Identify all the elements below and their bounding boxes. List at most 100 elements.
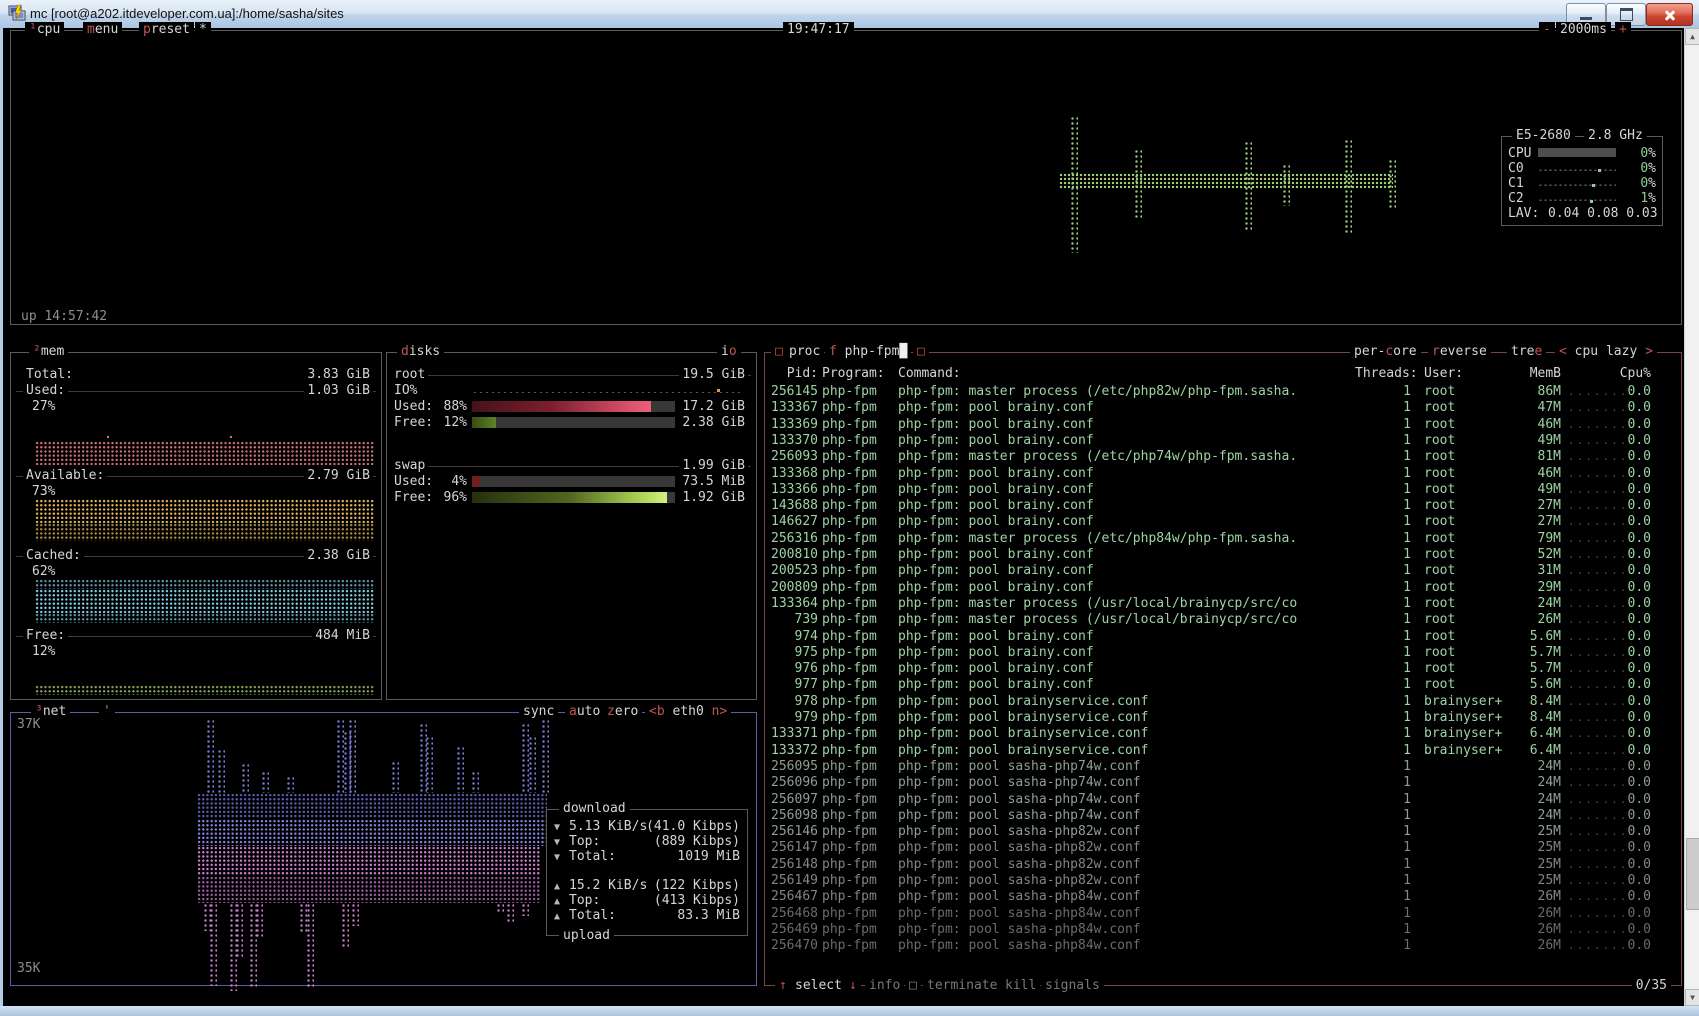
- process-row[interactable]: 200810php-fpmphp-fpm: pool brainy.conf1r…: [765, 547, 1681, 563]
- cell-cmd: php-fpm: pool brainy.conf: [898, 645, 1094, 661]
- scrollbar[interactable]: ▲ ▼: [1684, 28, 1699, 1006]
- process-row[interactable]: 976php-fpmphp-fpm: pool brainy.conf1root…: [765, 661, 1681, 677]
- process-row[interactable]: 975php-fpmphp-fpm: pool brainy.conf1root…: [765, 645, 1681, 661]
- process-row[interactable]: 256093php-fpmphp-fpm: master process (/e…: [765, 449, 1681, 465]
- cell-cmd: php-fpm: pool brainyservice.conf: [898, 743, 1148, 759]
- scrollbar-thumb[interactable]: [1686, 838, 1699, 910]
- cell-prog: php-fpm: [822, 840, 877, 856]
- tree-toggle[interactable]: tree: [1507, 344, 1546, 360]
- select-action[interactable]: select: [791, 978, 846, 994]
- mem-available-pct: 73%: [32, 484, 55, 500]
- cell-prog: php-fpm: [822, 873, 877, 889]
- preset-button[interactable]: preset: [139, 22, 194, 38]
- cell-pid: 977: [770, 677, 818, 693]
- per-core-toggle[interactable]: per-core: [1350, 344, 1421, 360]
- process-row[interactable]: 256149php-fpmphp-fpm: pool sasha-php82w.…: [765, 873, 1681, 889]
- process-row[interactable]: 133368php-fpmphp-fpm: pool brainy.conf1r…: [765, 466, 1681, 482]
- process-row[interactable]: 979php-fpmphp-fpm: pool brainyservice.co…: [765, 710, 1681, 726]
- process-row[interactable]: 133367php-fpmphp-fpm: pool brainy.conf1r…: [765, 400, 1681, 416]
- interval-increase-button[interactable]: +: [1615, 22, 1631, 38]
- graph-dots: [1134, 149, 1142, 218]
- disk-root-free-row: Free: 12% 2.38 GiB: [387, 415, 756, 431]
- interval-value: 2000ms: [1556, 22, 1611, 38]
- cell-user: root: [1424, 677, 1455, 693]
- col-mem[interactable]: MemB: [1501, 366, 1561, 382]
- graph-dots: [506, 903, 514, 923]
- window-title: mc [root@a202.itdeveloper.com.ua]:/home/…: [30, 6, 344, 22]
- graph-dots: [197, 876, 541, 903]
- cell-cpu: 0.0: [1607, 906, 1651, 922]
- mem-used-row: Used: 1.03 GiB: [11, 383, 381, 399]
- process-row[interactable]: 200809php-fpmphp-fpm: pool brainy.conf1r…: [765, 580, 1681, 596]
- col-cpu[interactable]: Cpu%: [1607, 366, 1651, 382]
- info-action[interactable]: info: [865, 978, 904, 994]
- process-row[interactable]: 256098php-fpmphp-fpm: pool sasha-php74w.…: [765, 808, 1681, 824]
- process-row[interactable]: 256467php-fpmphp-fpm: pool sasha-php84w.…: [765, 889, 1681, 905]
- cell-prog: php-fpm: [822, 661, 877, 677]
- interval-decrease-button[interactable]: -: [1539, 22, 1555, 38]
- process-row[interactable]: 256468php-fpmphp-fpm: pool sasha-php84w.…: [765, 906, 1681, 922]
- close-button[interactable]: [1646, 3, 1693, 26]
- process-row[interactable]: 133371php-fpmphp-fpm: pool brainyservice…: [765, 726, 1681, 742]
- select-down-arrow[interactable]: ↓: [845, 978, 861, 994]
- cell-thr: 1: [1355, 938, 1411, 954]
- process-row[interactable]: 256147php-fpmphp-fpm: pool sasha-php82w.…: [765, 840, 1681, 856]
- process-row[interactable]: 256469php-fpmphp-fpm: pool sasha-php84w.…: [765, 922, 1681, 938]
- col-program[interactable]: Program:: [822, 366, 885, 382]
- tab-proc[interactable]: proc: [785, 344, 824, 360]
- cell-cpu: 0.0: [1607, 792, 1651, 808]
- graph-dots: [1070, 116, 1078, 253]
- process-row[interactable]: 256316php-fpmphp-fpm: master process (/e…: [765, 531, 1681, 547]
- process-row[interactable]: 256096php-fpmphp-fpm: pool sasha-php74w.…: [765, 775, 1681, 791]
- col-pid[interactable]: Pid:: [770, 366, 818, 382]
- process-row[interactable]: 256097php-fpmphp-fpm: pool sasha-php74w.…: [765, 792, 1681, 808]
- tab-disks[interactable]: disks: [397, 344, 444, 360]
- process-row[interactable]: 256145php-fpmphp-fpm: master process (/e…: [765, 384, 1681, 400]
- tab-io[interactable]: io: [717, 344, 741, 360]
- process-row[interactable]: 133369php-fpmphp-fpm: pool brainy.conf1r…: [765, 417, 1681, 433]
- kill-action[interactable]: kill: [1001, 978, 1040, 994]
- process-row[interactable]: 256470php-fpmphp-fpm: pool sasha-php84w.…: [765, 938, 1681, 954]
- graph-dots: [241, 763, 249, 793]
- process-row[interactable]: 978php-fpmphp-fpm: pool brainyservice.co…: [765, 694, 1681, 710]
- process-row[interactable]: 133372php-fpmphp-fpm: pool brainyservice…: [765, 743, 1681, 759]
- cell-cpu: 0.0: [1607, 808, 1651, 824]
- process-row[interactable]: 977php-fpmphp-fpm: pool brainy.conf1root…: [765, 677, 1681, 693]
- process-row[interactable]: 143688php-fpmphp-fpm: pool brainy.conf1r…: [765, 498, 1681, 514]
- process-row[interactable]: 133364php-fpmphp-fpm: master process (/u…: [765, 596, 1681, 612]
- graph-dots: [456, 746, 464, 793]
- cell-pid: 256316: [770, 531, 818, 547]
- scroll-down-button[interactable]: ▼: [1685, 989, 1699, 1006]
- scroll-up-button[interactable]: ▲: [1685, 28, 1699, 45]
- process-row[interactable]: 133370php-fpmphp-fpm: pool brainy.conf1r…: [765, 433, 1681, 449]
- select-up-arrow[interactable]: ↑: [775, 978, 791, 994]
- menu-button[interactable]: menu: [83, 22, 122, 38]
- cell-cmd: php-fpm: master process (/usr/local/brai…: [898, 612, 1297, 628]
- cell-cmd: php-fpm: master process (/usr/local/brai…: [898, 596, 1297, 612]
- graph-dots: [197, 846, 541, 876]
- tab-cpu[interactable]: ¹cpu: [25, 22, 64, 38]
- cell-cpu: 0.0: [1607, 938, 1651, 954]
- process-row[interactable]: 133366php-fpmphp-fpm: pool brainy.conf1r…: [765, 482, 1681, 498]
- process-row[interactable]: 974php-fpmphp-fpm: pool brainy.conf1root…: [765, 629, 1681, 645]
- col-user[interactable]: User:: [1424, 366, 1463, 382]
- signals-action[interactable]: signals: [1041, 978, 1104, 994]
- process-row[interactable]: 256148php-fpmphp-fpm: pool sasha-php82w.…: [765, 857, 1681, 873]
- process-row[interactable]: 256095php-fpmphp-fpm: pool sasha-php74w.…: [765, 759, 1681, 775]
- col-threads[interactable]: Threads:: [1355, 366, 1411, 382]
- reverse-toggle[interactable]: reverse: [1428, 344, 1491, 360]
- process-row[interactable]: 256146php-fpmphp-fpm: pool sasha-php82w.…: [765, 824, 1681, 840]
- terminate-action[interactable]: terminate: [923, 978, 1001, 994]
- graph-dots: [255, 903, 263, 939]
- sort-column-selector[interactable]: < cpu lazy >: [1555, 344, 1657, 360]
- download-top-row: ▼ Top: (889 Kibps): [547, 834, 747, 849]
- process-row[interactable]: 146627php-fpmphp-fpm: pool brainy.conf1r…: [765, 514, 1681, 530]
- process-row[interactable]: 739php-fpmphp-fpm: master process (/usr/…: [765, 612, 1681, 628]
- cell-cmd: php-fpm: pool sasha-php84w.conf: [898, 938, 1141, 954]
- process-filter-input[interactable]: f php-fpm█: [825, 344, 911, 360]
- cell-cpu: 0.0: [1607, 400, 1651, 416]
- process-row[interactable]: 200523php-fpmphp-fpm: pool brainy.conf1r…: [765, 563, 1681, 579]
- cell-prog: php-fpm: [822, 824, 877, 840]
- cell-thr: 1: [1355, 612, 1411, 628]
- col-command[interactable]: Command:: [898, 366, 961, 382]
